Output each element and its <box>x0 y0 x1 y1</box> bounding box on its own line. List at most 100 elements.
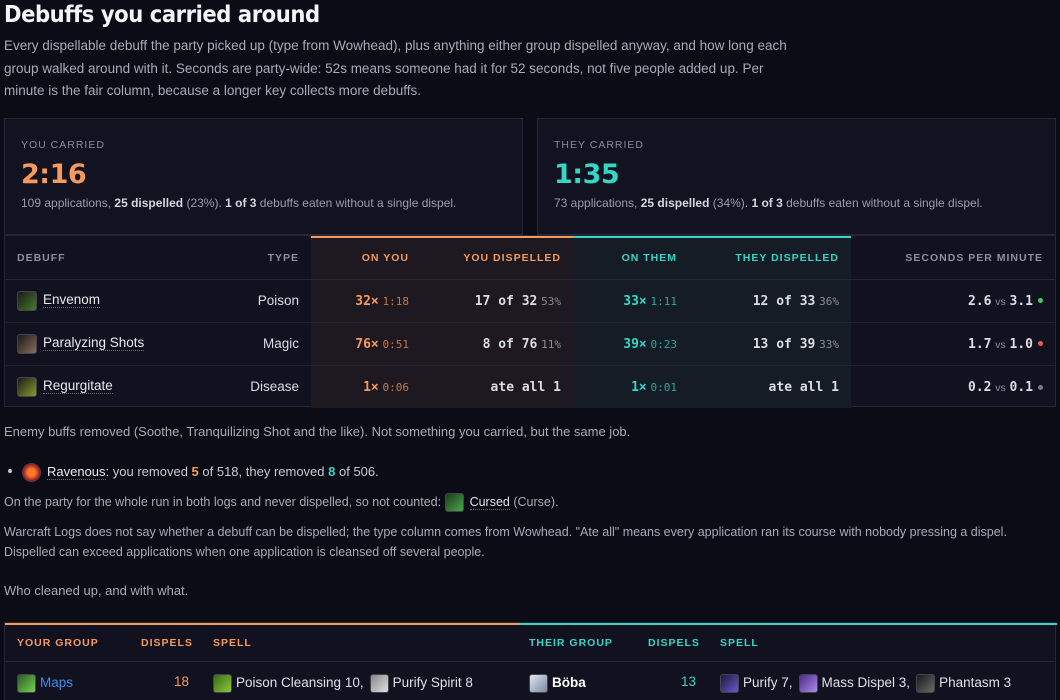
boba-name[interactable]: Böba <box>552 675 586 690</box>
they-dispelled-value: 13 of 39 <box>752 336 816 352</box>
phantasm-icon <box>916 674 936 693</box>
debuff-name[interactable]: Regurgitate <box>43 378 113 395</box>
cursed-icon <box>444 493 464 512</box>
their-spells: Purify 7, Mass Dispel 3, Phantasm 3 <box>720 674 1011 693</box>
debuff-name-cell[interactable]: Paralyzing Shots <box>5 322 185 366</box>
cursed-type: (Curse). <box>509 494 559 509</box>
spm-them: 3.1 <box>1009 293 1033 309</box>
debuff-name-cell[interactable]: Regurgitate <box>5 365 185 408</box>
enemy-buffs-text: Enemy buffs removed (Soothe, Tranquilizi… <box>4 424 631 439</box>
spm-cell: 2.6 vs 3.1 <box>851 279 1055 323</box>
col-your-group[interactable]: YOUR GROUP <box>17 637 99 649</box>
on-them-count: 39× <box>623 336 647 352</box>
debuff-row: Paralyzing Shots Magic 76× 0:51 8 of 76 11%… <box>5 322 1055 366</box>
note-text: Warcraft Logs does not say whether a deb… <box>4 525 1007 559</box>
on-them-time: 1:11 <box>650 294 678 308</box>
on-them-cell: 39× 0:23 <box>573 322 689 366</box>
on-you-count: 76× <box>355 336 379 352</box>
who-cleaned-text: Who cleaned up, and with what. <box>4 583 189 598</box>
they-carried-card: THEY CARRIED 1:35 73 applications, 25 di… <box>537 118 1056 235</box>
spm-them: 1.0 <box>1009 336 1033 352</box>
ravenous-a: : you removed <box>105 463 192 479</box>
they-carried-summary: 73 applications, 25 dispelled (34%). 1 o… <box>554 196 1039 210</box>
ravenous-b: of 518, they removed <box>198 463 329 479</box>
on-them-cell: 33× 1:11 <box>573 279 689 323</box>
their-dispeller[interactable]: Böba <box>529 674 586 693</box>
ravenous-icon <box>22 463 41 482</box>
they-carried-time: 1:35 <box>554 159 620 190</box>
you-dispelled-cell: 8 of 76 11% <box>421 322 573 366</box>
col-seconds-per-minute[interactable]: SECONDS PER MINUTE <box>851 237 1055 280</box>
their-dispels-count: 13 <box>681 674 697 689</box>
col-on-you[interactable]: ON YOU <box>311 236 421 280</box>
on-you-cell: 32× 1:18 <box>311 279 421 323</box>
cursed-name[interactable]: Cursed <box>469 494 510 510</box>
you-tail: debuffs eaten without a single dispel. <box>256 196 457 210</box>
ravenous-name[interactable]: Ravenous <box>47 463 106 480</box>
purify-icon <box>720 674 739 693</box>
boba-class-icon <box>529 674 548 693</box>
intro-text: Every dispellable debuff the party picke… <box>4 38 787 98</box>
debuff-icon <box>17 376 37 397</box>
page-title: Debuffs you carried around <box>4 2 320 28</box>
you-carried-label: YOU CARRIED <box>21 139 105 151</box>
you-dispelled-value: ate all 1 <box>490 379 561 395</box>
col-spell-you[interactable]: SPELL <box>213 637 252 649</box>
debuff-name[interactable]: Paralyzing Shots <box>43 335 145 352</box>
they-carried-label: THEY CARRIED <box>554 139 644 151</box>
on-them-cell: 1× 0:01 <box>573 365 689 408</box>
debuff-name-cell[interactable]: Envenom <box>5 279 185 323</box>
col-type[interactable]: TYPE <box>185 237 311 280</box>
on-them-time: 0:01 <box>650 380 678 394</box>
spm-you: 2.6 <box>968 293 992 309</box>
col-on-them[interactable]: ON THEM <box>573 236 689 280</box>
them-tail: debuffs eaten without a single dispel. <box>782 196 983 210</box>
col-debuff[interactable]: DEBUFF <box>5 237 185 280</box>
spm-you: 0.2 <box>968 379 992 395</box>
debuff-type: Disease <box>250 379 299 395</box>
maps-name[interactable]: Maps <box>40 675 73 690</box>
on-you-count: 1× <box>363 379 379 395</box>
spell-poison-cleansing[interactable]: Poison Cleansing 10, <box>236 675 364 690</box>
spm-cell: 1.7 vs 1.0 <box>851 322 1055 366</box>
dispellers-table: YOUR GROUP DISPELS SPELL THEIR GROUP DIS… <box>4 622 1057 700</box>
them-dispelled-count: 25 dispelled <box>640 196 710 210</box>
purify-spirit-icon <box>369 674 389 693</box>
your-dispels-count: 18 <box>174 674 190 689</box>
ravenous-c: of 506. <box>335 463 379 479</box>
debuff-type: Magic <box>185 322 311 366</box>
debuff-name[interactable]: Envenom <box>43 292 101 309</box>
your-dispeller[interactable]: Maps <box>17 674 73 693</box>
col-dispels-you[interactable]: DISPELS <box>141 637 193 649</box>
you-pct: (23%). <box>183 196 226 210</box>
spm-you: 1.7 <box>968 336 992 352</box>
col-spell-them[interactable]: SPELL <box>720 637 759 649</box>
their-group-accent <box>519 623 1057 625</box>
they-dispelled-cell: ate all 1 <box>689 365 851 408</box>
debuff-table: DEBUFF TYPE ON YOU YOU DISPELLED ON THEM… <box>4 235 1056 408</box>
you-dispelled-value: 17 of 32 <box>474 293 538 309</box>
col-their-group[interactable]: THEIR GROUP <box>529 637 613 649</box>
you-dispelled-pct: 53% <box>541 294 561 308</box>
spell-phantasm[interactable]: Phantasm 3 <box>939 675 1011 690</box>
they-dispelled-pct: 33% <box>819 337 839 351</box>
you-dispelled-count: 25 dispelled <box>114 196 184 210</box>
them-pct: (34%). <box>709 196 752 210</box>
col-dispels-them[interactable]: DISPELS <box>648 637 700 649</box>
they-dispelled-pct: 36% <box>819 294 839 308</box>
spm-indicator-dot <box>1038 384 1043 390</box>
debuff-row: Regurgitate Disease 1× 0:06 ate all 1 1× 0:… <box>5 365 1055 408</box>
on-you-time: 0:51 <box>382 337 410 351</box>
spell-purify-spirit[interactable]: Purify Spirit 8 <box>393 675 473 690</box>
on-you-time: 1:18 <box>382 294 410 308</box>
they-dispelled-cell: 13 of 39 33% <box>689 322 851 366</box>
you-carried-card: YOU CARRIED 2:16 109 applications, 25 di… <box>4 118 523 235</box>
col-they-dispelled[interactable]: THEY DISPELLED <box>689 236 851 280</box>
you-carried-summary: 109 applications, 25 dispelled (23%). 1 … <box>21 196 506 210</box>
spm-vs: vs <box>995 338 1006 351</box>
spell-mass-dispel[interactable]: Mass Dispel 3, <box>822 675 911 690</box>
you-dispelled-value: 8 of 76 <box>482 336 538 352</box>
debuff-icon <box>17 290 37 311</box>
spell-purify[interactable]: Purify 7, <box>743 675 793 690</box>
col-you-dispelled[interactable]: YOU DISPELLED <box>421 236 573 280</box>
